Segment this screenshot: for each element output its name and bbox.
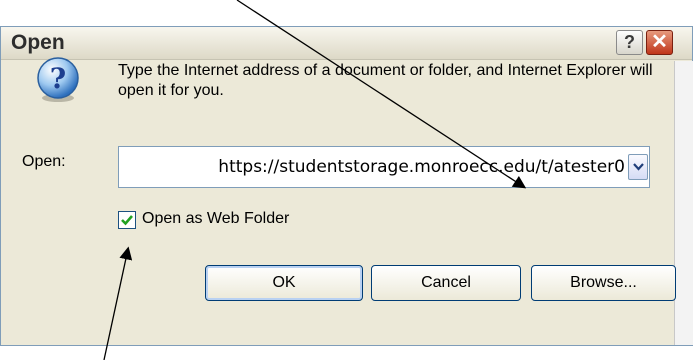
annotation-arrow-checkbox	[103, 246, 133, 360]
annotation-arrow-address	[236, 0, 527, 189]
annotation-arrows	[103, 0, 527, 360]
